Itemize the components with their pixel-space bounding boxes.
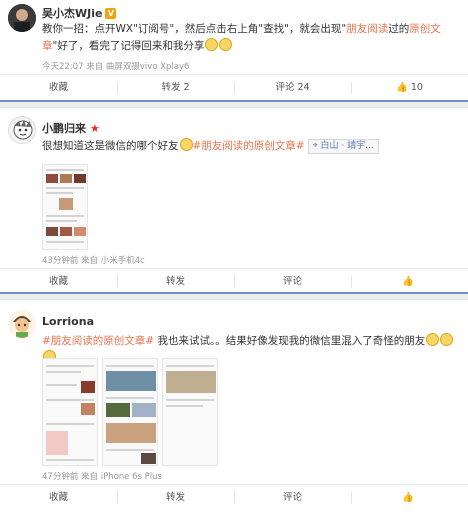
- post-text: 教你一招：点开WX"订阅号"，然后点击右上角"查找"，就会出现"朋友阅读过的原创…: [42, 21, 460, 55]
- comment-button[interactable]: 评论: [234, 485, 351, 510]
- text-line: [106, 365, 154, 367]
- post-meta: 今天22:07 来自 曲屏双摄vivo Xplay6: [42, 62, 190, 72]
- post-text-part: 我也来试试。。结果好像发现我的微信里混入了奇怪的朋友: [154, 335, 426, 347]
- action-bar: 收藏 转发 评论 👍: [0, 268, 468, 294]
- text-line: [46, 169, 84, 171]
- avatar[interactable]: [8, 310, 36, 338]
- post-text-part: 过的: [388, 23, 410, 35]
- text-line: [46, 215, 84, 217]
- avatar-image: [13, 120, 33, 140]
- image-thumb: [81, 403, 95, 415]
- like-button[interactable]: 👍 10: [351, 75, 468, 100]
- post-separator: [0, 100, 468, 108]
- action-bar: 收藏 转发 2 评论 24 👍 10: [0, 74, 468, 100]
- text-line: [46, 365, 94, 367]
- username-text[interactable]: Lorriona: [42, 315, 94, 328]
- doge-emoji-icon: [219, 38, 233, 51]
- post-text: 很想知道这是微信的哪个好友 #朋友阅读的原创文章# ⌖ 白山 · 靖宇...: [42, 138, 460, 155]
- text-line: [46, 187, 84, 189]
- favorite-button[interactable]: 收藏: [0, 269, 117, 294]
- doge-emoji-icon: [426, 333, 440, 346]
- favorite-button[interactable]: 收藏: [0, 485, 117, 510]
- image-thumb: [60, 227, 72, 236]
- screenshot-image[interactable]: [42, 358, 98, 466]
- text-line: [166, 365, 214, 367]
- repost-button[interactable]: 转发: [117, 485, 234, 510]
- post-2: 小鹏归来 ★ 很想知道这是微信的哪个好友 #朋友阅读的原创文章# ⌖ 白山 · 靖宇.…: [0, 108, 468, 292]
- like-button[interactable]: 👍: [351, 485, 468, 510]
- screenshot-image[interactable]: [42, 164, 88, 250]
- image-thumb: [81, 381, 95, 393]
- doge-emoji-icon: [440, 333, 454, 346]
- star-icon: ★: [90, 122, 100, 135]
- thumbs-up-icon: 👍: [396, 82, 408, 93]
- username-text[interactable]: 吴小杰WJie: [42, 7, 102, 20]
- avatar[interactable]: [8, 4, 36, 32]
- image-thumb: [106, 423, 156, 443]
- text-line: [46, 192, 73, 194]
- screenshot-image[interactable]: [162, 358, 218, 466]
- text-line: [106, 397, 154, 399]
- doge-emoji-icon: [179, 138, 193, 151]
- image-thumb: [74, 227, 86, 236]
- post-text-part: "好了，看完了记得回来和我分享: [52, 40, 205, 52]
- verified-v-icon: V: [105, 8, 117, 19]
- favorite-button[interactable]: 收藏: [0, 75, 117, 100]
- screenshot-image[interactable]: [102, 358, 158, 466]
- post-text-part: 教你一招：点开WX"订阅号"，然后点击右上角"查找"，就会出现": [42, 23, 347, 35]
- post-meta: 47分钟前 来自 iPhone 6s Plus: [42, 472, 162, 482]
- comment-button[interactable]: 评论: [234, 269, 351, 294]
- hashtag-link[interactable]: #朋友阅读的原创文章#: [193, 140, 305, 152]
- username-text[interactable]: 小鹏归来: [42, 122, 86, 135]
- image-thumb: [132, 403, 156, 417]
- text-line: [46, 423, 94, 425]
- like-button[interactable]: 👍: [351, 269, 468, 294]
- text-line: [46, 384, 77, 386]
- text-line: [106, 449, 154, 451]
- highlight-text[interactable]: 朋友阅读: [346, 23, 388, 35]
- text-line: [46, 241, 84, 243]
- post-3: Lorriona #朋友阅读的原创文章# 我也来试试。。结果好像发现我的微信里混…: [0, 300, 468, 519]
- image-thumb: [106, 371, 156, 391]
- text-line: [166, 405, 203, 407]
- image-thumb: [141, 453, 156, 464]
- comment-button[interactable]: 评论 24: [234, 75, 351, 100]
- location-text: 白山 · 靖宇...: [320, 141, 374, 151]
- username[interactable]: 吴小杰WJie V: [42, 5, 117, 21]
- avatar-image: [8, 310, 36, 338]
- text-line: [46, 220, 77, 222]
- image-thumb: [46, 431, 68, 455]
- image-thumb: [59, 198, 73, 210]
- image-thumb: [46, 174, 58, 183]
- like-count: 10: [410, 82, 423, 93]
- post-1: 吴小杰WJie V 教你一招：点开WX"订阅号"，然后点击右上角"查找"，就会出现…: [0, 0, 468, 100]
- username[interactable]: 小鹏归来 ★: [42, 120, 100, 136]
- action-bar: 收藏 转发 评论 👍: [0, 484, 468, 510]
- doge-emoji-icon: [205, 38, 219, 51]
- thumbs-up-icon: 👍: [402, 492, 414, 503]
- post-meta: 43分钟前 来自 小米手机4c: [42, 256, 145, 266]
- image-thumb: [60, 174, 72, 183]
- text-line: [166, 399, 214, 401]
- location-pin-icon: ⌖: [312, 141, 321, 151]
- image-thumb: [106, 403, 130, 417]
- hashtag-link[interactable]: #朋友阅读的原创文章#: [42, 335, 154, 347]
- post-text-part: 很想知道这是微信的哪个好友: [42, 140, 179, 152]
- avatar[interactable]: [8, 116, 36, 144]
- text-line: [46, 371, 81, 373]
- thumbs-up-icon: 👍: [402, 276, 414, 287]
- image-thumb: [46, 227, 58, 236]
- text-line: [46, 399, 94, 401]
- image-thumb: [74, 174, 86, 183]
- repost-button[interactable]: 转发: [117, 269, 234, 294]
- avatar-image: [8, 4, 36, 32]
- username[interactable]: Lorriona: [42, 315, 94, 328]
- image-thumb: [166, 371, 216, 393]
- repost-button[interactable]: 转发 2: [117, 75, 234, 100]
- location-tag[interactable]: ⌖ 白山 · 靖宇...: [307, 139, 379, 154]
- text-line: [46, 459, 94, 461]
